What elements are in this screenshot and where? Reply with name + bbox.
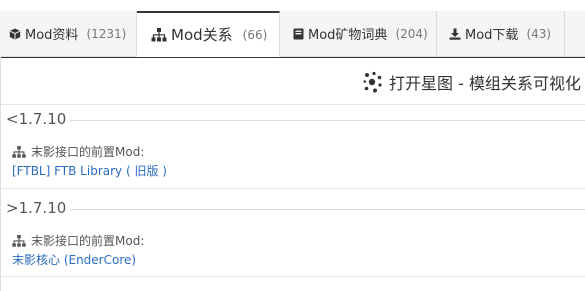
divider [1, 276, 585, 277]
sitemap-icon [12, 234, 26, 247]
tab-label: Mod下载 [465, 28, 519, 43]
open-star-graph-link[interactable]: 打开星图 - 模组关系可视化 [363, 69, 581, 95]
divider [1, 104, 585, 105]
tab-count: (1231) [86, 26, 127, 41]
version-rule [51, 209, 585, 210]
tab-mod-download[interactable]: Mod下载 (43) [437, 11, 565, 57]
tab-mod-relations[interactable]: Mod关系 (66) [137, 11, 280, 57]
mod-link[interactable]: 末影核心 (EnderCore) [12, 251, 136, 268]
version-heading: <1.7.10 [6, 110, 71, 128]
tab-label: Mod关系 [171, 26, 233, 44]
dependency-label: 末影接口的前置Mod: [12, 143, 144, 160]
tab-count: (43) [526, 26, 552, 41]
star-graph-icon [363, 71, 383, 93]
relations-panel: 打开星图 - 模组关系可视化 <1.7.10 末影接口的前置Mod: [FTBL… [0, 57, 585, 291]
tab-bar-filler [565, 11, 585, 57]
tab-label: Mod矿物词典 [308, 28, 388, 43]
sitemap-icon [151, 27, 167, 42]
tab-mod-ore-dictionary[interactable]: Mod矿物词典 (204) [280, 11, 437, 57]
tab-bar: Mod资料 (1231) Mod关系 (66) Mod矿物词典 (204) Mo… [0, 11, 585, 57]
panel-top-border [1, 57, 585, 58]
sitemap-icon [12, 145, 26, 158]
open-star-graph-label: 打开星图 - 模组关系可视化 [389, 74, 581, 93]
tab-mod-info[interactable]: Mod资料 (1231) [0, 11, 137, 57]
divider [1, 188, 585, 189]
cube-icon [9, 28, 21, 40]
version-rule [51, 120, 585, 121]
mod-link[interactable]: [FTBL] FTB Library ( 旧版 ) [12, 162, 167, 179]
tab-count: (66) [242, 27, 268, 42]
version-heading: >1.7.10 [6, 199, 71, 217]
download-icon [449, 28, 461, 40]
book-icon [293, 28, 304, 40]
mod-relations-view: Mod资料 (1231) Mod关系 (66) Mod矿物词典 (204) Mo… [0, 0, 585, 291]
dependency-label: 末影接口的前置Mod: [12, 232, 144, 249]
tab-count: (204) [395, 26, 428, 41]
tab-label: Mod资料 [25, 28, 79, 43]
dependency-label-text: 末影接口的前置Mod: [31, 145, 145, 159]
dependency-label-text: 末影接口的前置Mod: [31, 234, 145, 248]
